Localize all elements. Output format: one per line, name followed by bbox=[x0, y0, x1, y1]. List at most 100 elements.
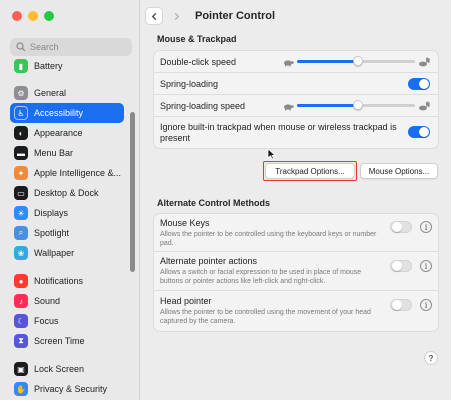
spotlight-icon: ⌕ bbox=[14, 226, 28, 240]
sidebar-item-accessibility[interactable]: ♿ Accessibility bbox=[10, 103, 124, 123]
menu-bar-icon: ▬ bbox=[14, 146, 28, 160]
head-pointer-desc: Allows the pointer to be controlled usin… bbox=[160, 309, 371, 325]
sidebar-scrollbar[interactable] bbox=[130, 112, 135, 272]
minimize-window-button[interactable] bbox=[28, 11, 38, 21]
sidebar-item-screen-time[interactable]: ⧗ Screen Time bbox=[10, 331, 124, 351]
alt-pointer-toggle[interactable] bbox=[390, 260, 412, 272]
close-window-button[interactable] bbox=[12, 11, 22, 21]
desktop-dock-icon: ▭ bbox=[14, 186, 28, 200]
head-pointer-label: Head pointer bbox=[160, 296, 212, 306]
toggle-knob bbox=[392, 300, 402, 310]
head-pointer-toggle[interactable] bbox=[390, 299, 412, 311]
chevron-left-icon bbox=[151, 12, 156, 20]
forward-button[interactable] bbox=[167, 7, 185, 25]
sidebar-item-privacy-security[interactable]: ✋ Privacy & Security bbox=[10, 379, 124, 399]
search-icon bbox=[16, 42, 26, 52]
sidebar-item-label: Desktop & Dock bbox=[34, 188, 99, 198]
double-click-knob[interactable] bbox=[353, 56, 364, 66]
sidebar-item-general[interactable]: ⚙ General bbox=[10, 83, 124, 103]
sidebar-item-desktop-dock[interactable]: ▭ Desktop & Dock bbox=[10, 183, 124, 203]
sidebar-item-lock-screen[interactable]: ▣ Lock Screen bbox=[10, 359, 124, 379]
sidebar-item-label: Accessibility bbox=[34, 108, 84, 118]
head-pointer-info-button[interactable]: i bbox=[420, 299, 432, 311]
alt-pointer-label: Alternate pointer actions bbox=[160, 256, 258, 266]
alternate-methods-heading: Alternate Control Methods bbox=[157, 198, 271, 208]
double-click-slider[interactable] bbox=[282, 56, 430, 67]
gear-icon: ⚙ bbox=[14, 86, 28, 100]
sound-icon: ♪ bbox=[14, 294, 28, 308]
battery-icon: ▮ bbox=[14, 59, 28, 73]
mouse-cursor-icon bbox=[267, 148, 277, 160]
rabbit-icon bbox=[419, 56, 430, 66]
spring-loading-speed-label: Spring-loading speed bbox=[160, 100, 246, 111]
double-click-fill bbox=[297, 60, 359, 63]
window-controls bbox=[12, 11, 54, 21]
sidebar-item-label: Battery bbox=[34, 61, 63, 71]
system-settings-window: Search ▮ Battery ⚙ General ♿ Accessibility ◐ Ap… bbox=[0, 0, 451, 400]
chevron-right-icon bbox=[174, 12, 179, 20]
ignore-trackpad-toggle[interactable] bbox=[408, 126, 430, 138]
toggle-knob bbox=[419, 79, 429, 89]
mouse-keys-row: Mouse Keys Allows the pointer to be cont… bbox=[154, 214, 438, 252]
focus-icon: ☾ bbox=[14, 314, 28, 328]
sidebar-item-label: Appearance bbox=[34, 128, 83, 138]
back-button[interactable] bbox=[145, 7, 163, 25]
sidebar-item-label: Notifications bbox=[34, 276, 84, 286]
help-button[interactable]: ? bbox=[424, 351, 438, 365]
sidebar-item-label: Privacy & Security bbox=[34, 384, 108, 394]
highlight-box bbox=[263, 161, 357, 181]
alt-pointer-row: Alternate pointer actions Allows a switc… bbox=[154, 252, 438, 291]
sidebar-item-notifications[interactable]: ● Notifications bbox=[10, 271, 124, 291]
apple-intelligence-icon: ✦ bbox=[14, 166, 28, 180]
alt-pointer-info-button[interactable]: i bbox=[420, 260, 432, 272]
mouse-keys-toggle[interactable] bbox=[390, 221, 412, 233]
mouse-trackpad-group: Double-click speed Spring-loading Spring… bbox=[153, 50, 439, 149]
sidebar-item-label: Menu Bar bbox=[34, 148, 74, 158]
sidebar-item-label: Focus bbox=[34, 316, 59, 326]
double-click-track bbox=[297, 56, 415, 66]
screen-time-icon: ⧗ bbox=[14, 334, 28, 348]
sidebar-item-spotlight[interactable]: ⌕ Spotlight bbox=[10, 223, 124, 243]
sidebar-item-label: Displays bbox=[34, 208, 69, 218]
sidebar-item-label: Spotlight bbox=[34, 228, 70, 238]
sidebar-item-label: Lock Screen bbox=[34, 364, 85, 374]
toggle-knob bbox=[392, 261, 402, 271]
search-placeholder: Search bbox=[30, 42, 59, 52]
sidebar-item-apple-intelligence[interactable]: ✦ Apple Intelligence &... bbox=[10, 163, 124, 183]
spring-loading-speed-row: Spring-loading speed bbox=[154, 95, 438, 117]
alternate-methods-group: Mouse Keys Allows the pointer to be cont… bbox=[153, 213, 439, 332]
mouse-options-button[interactable]: Mouse Options... bbox=[360, 163, 438, 179]
sidebar-item-wallpaper[interactable]: ❀ Wallpaper bbox=[10, 243, 124, 263]
sidebar-item-menu-bar[interactable]: ▬ Menu Bar bbox=[10, 143, 124, 163]
page-title: Pointer Control bbox=[195, 10, 276, 22]
privacy-icon: ✋ bbox=[14, 382, 28, 396]
appearance-icon: ◐ bbox=[14, 126, 28, 140]
sidebar-item-appearance[interactable]: ◐ Appearance bbox=[10, 123, 124, 143]
double-click-row: Double-click speed bbox=[154, 51, 438, 73]
head-pointer-row: Head pointer Allows the pointer to be co… bbox=[154, 291, 438, 331]
zoom-window-button[interactable] bbox=[44, 11, 54, 21]
sidebar-item-displays[interactable]: ☀ Displays bbox=[10, 203, 124, 223]
turtle-icon bbox=[284, 103, 294, 110]
sidebar-item-label: Apple Intelligence &... bbox=[34, 168, 122, 178]
double-click-label: Double-click speed bbox=[160, 56, 237, 67]
search-input[interactable]: Search bbox=[10, 38, 132, 56]
lock-screen-icon: ▣ bbox=[14, 362, 28, 376]
mouse-keys-info-button[interactable]: i bbox=[420, 221, 432, 233]
sidebar-item-sound[interactable]: ♪ Sound bbox=[10, 291, 124, 311]
mouse-keys-desc: Allows the pointer to be controlled usin… bbox=[160, 230, 377, 247]
main-pane: Pointer Control Mouse & Trackpad Double-… bbox=[141, 0, 451, 400]
mouse-keys-label: Mouse Keys bbox=[160, 217, 210, 228]
spring-loading-speed-slider[interactable] bbox=[282, 100, 430, 111]
mouse-trackpad-heading: Mouse & Trackpad bbox=[157, 34, 237, 44]
sidebar-item-battery[interactable]: ▮ Battery bbox=[10, 56, 124, 76]
spring-loading-label: Spring-loading bbox=[160, 78, 219, 89]
turtle-icon bbox=[284, 59, 294, 66]
spring-loading-toggle[interactable] bbox=[408, 78, 430, 90]
notifications-icon: ● bbox=[14, 274, 28, 288]
ignore-trackpad-row: Ignore built-in trackpad when mouse or w… bbox=[154, 117, 438, 148]
sidebar-item-label: Wallpaper bbox=[34, 248, 75, 258]
spring-speed-knob[interactable] bbox=[353, 100, 364, 110]
sidebar-item-focus[interactable]: ☾ Focus bbox=[10, 311, 124, 331]
displays-icon: ☀ bbox=[14, 206, 28, 220]
